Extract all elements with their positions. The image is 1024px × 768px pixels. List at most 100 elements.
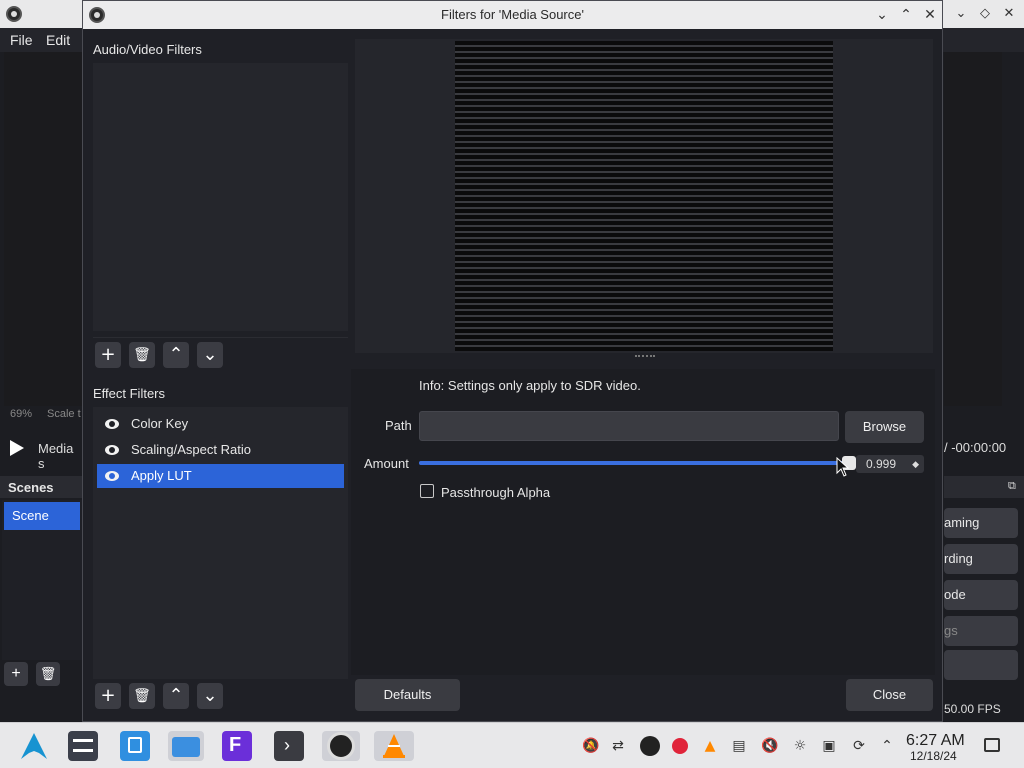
amount-slider-fill <box>419 461 849 465</box>
passthrough-alpha-checkbox[interactable] <box>420 484 434 498</box>
add-effect-filter-button[interactable]: + <box>95 683 121 709</box>
updates-icon[interactable]: ⟳ <box>851 738 867 754</box>
remove-scene-button[interactable]: 🗑 <box>36 662 60 686</box>
play-icon[interactable] <box>10 440 24 456</box>
media-controls: Media s <box>0 432 82 471</box>
storage-icon[interactable]: ▣ <box>821 738 837 754</box>
record-icon[interactable] <box>672 738 688 754</box>
vlc-tray-icon[interactable]: ▲ <box>702 738 718 754</box>
settings-label: gs <box>944 623 958 638</box>
show-desktop-icon[interactable] <box>984 738 1000 752</box>
clock-date[interactable]: 12/18/24 <box>910 749 957 763</box>
scenes-dock-header: Scenes <box>0 476 82 498</box>
menu-file[interactable]: File <box>10 32 33 48</box>
amount-spinbox[interactable]: 0.999 ◆ <box>856 455 924 473</box>
scene-item[interactable]: Scene <box>4 502 80 530</box>
effect-filter-color-key[interactable]: Color Key <box>97 412 344 436</box>
file-manager-icon[interactable] <box>168 731 204 761</box>
arch-linux-menu-icon[interactable] <box>20 732 48 760</box>
volume-muted-icon[interactable]: 🔇 <box>761 738 778 754</box>
start-streaming-button[interactable]: aming <box>944 508 1018 538</box>
settings-sliders-icon[interactable] <box>68 731 98 761</box>
close-icon[interactable]: ✕ <box>1000 5 1018 23</box>
add-av-filter-button[interactable]: + <box>95 342 121 368</box>
clipboard-icon[interactable]: ▤ <box>731 738 747 754</box>
dock-float-icon[interactable]: ⧉ <box>1008 480 1016 493</box>
studio-mode-button[interactable]: ode <box>944 580 1018 610</box>
effect-filters-label: Effect Filters <box>93 386 166 401</box>
amount-label: Amount <box>364 456 409 471</box>
av-filters-label: Audio/Video Filters <box>93 42 202 57</box>
move-av-filter-down-button[interactable]: ⌄ <box>197 342 223 368</box>
av-filters-list[interactable] <box>93 63 348 331</box>
obs-tray-icon[interactable] <box>640 736 660 756</box>
visibility-eye-icon[interactable] <box>105 418 119 430</box>
amount-value: 0.999 <box>866 457 897 471</box>
av-filters-toolbar: + 🗑 ⌃ ⌄ <box>93 337 348 373</box>
close-button[interactable]: Close <box>846 679 933 711</box>
network-share-icon[interactable]: ⇄ <box>610 738 626 754</box>
info-text: Info: Settings only apply to SDR video. <box>419 378 641 393</box>
exit-button[interactable] <box>944 650 1018 680</box>
dialog-minimize-icon[interactable]: ⌄ <box>873 6 891 24</box>
fl-app-icon[interactable]: F <box>222 731 252 761</box>
expand-tray-icon[interactable]: ⌃ <box>879 738 895 754</box>
effect-filter-scaling-aspect-ratio[interactable]: Scaling/Aspect Ratio <box>97 438 344 462</box>
obs-preview-left <box>4 52 82 406</box>
visibility-eye-icon[interactable] <box>105 470 119 482</box>
chevron-up-icon: ⌃ <box>168 344 184 365</box>
software-store-icon[interactable] <box>120 731 150 761</box>
dialog-title: Filters for 'Media Source' <box>441 7 584 22</box>
chevron-up-icon: ⌃ <box>168 685 184 706</box>
path-input[interactable] <box>419 411 839 441</box>
media-timecode: / -00:00:00 <box>944 440 1007 455</box>
remove-effect-filter-button[interactable]: 🗑 <box>129 683 155 709</box>
start-recording-button[interactable]: rding <box>944 544 1018 574</box>
move-effect-filter-down-button[interactable]: ⌄ <box>197 683 223 709</box>
browse-button[interactable]: Browse <box>845 411 924 443</box>
effect-filters-toolbar: + 🗑 ⌃ ⌄ <box>93 681 348 717</box>
plus-icon: + <box>100 344 116 365</box>
minimize-icon[interactable]: ⌄ <box>952 5 970 23</box>
add-scene-button[interactable]: + <box>4 662 28 686</box>
settings-button[interactable]: gs <box>944 616 1018 646</box>
maximize-icon[interactable]: ◇ <box>976 5 994 23</box>
scenes-toolbar: + 🗑 <box>2 662 82 688</box>
menu-edit[interactable]: Edit <box>46 32 70 48</box>
terminal-icon[interactable]: › <box>274 731 304 761</box>
filter-preview <box>355 39 933 353</box>
defaults-button[interactable]: Defaults <box>355 679 460 711</box>
notifications-muted-icon[interactable]: 🔕 <box>582 738 599 754</box>
visibility-eye-icon[interactable] <box>105 444 119 456</box>
fps-readout: 50.00 FPS <box>944 702 1001 716</box>
spin-arrows-icon[interactable]: ◆ <box>912 455 919 473</box>
scale-label: Scale t <box>47 408 81 420</box>
remove-av-filter-button[interactable]: 🗑 <box>129 342 155 368</box>
amount-slider[interactable] <box>419 456 856 470</box>
trash-icon: 🗑 <box>133 688 151 704</box>
taskbar: F › 🔕 ⇄ ▲ ▤ 🔇 ☼ ▣ ⟳ ⌃ 6:27 AM 12/18/24 <box>0 722 1024 768</box>
start-streaming-label: aming <box>944 515 980 530</box>
filter-label: Color Key <box>131 416 189 431</box>
trash-icon: 🗑 <box>133 347 151 363</box>
chevron-down-icon: ⌄ <box>202 685 218 706</box>
dialog-close-icon[interactable]: ✕ <box>921 6 939 24</box>
vlc-icon[interactable] <box>374 731 414 761</box>
move-effect-filter-up-button[interactable]: ⌃ <box>163 683 189 709</box>
plus-icon: + <box>100 685 116 706</box>
effect-filter-apply-lut[interactable]: Apply LUT <box>97 464 344 488</box>
move-av-filter-up-button[interactable]: ⌃ <box>163 342 189 368</box>
clock-time[interactable]: 6:27 AM <box>906 732 965 750</box>
splitter-handle[interactable] <box>635 355 655 359</box>
dialog-maximize-icon[interactable]: ⌃ <box>897 6 915 24</box>
filters-dialog: Filters for 'Media Source' ⌄ ⌃ ✕ Audio/V… <box>82 0 943 722</box>
start-recording-label: rding <box>944 551 973 566</box>
media-source-label: Media s <box>38 441 74 471</box>
effect-filters-list: Color Key Scaling/Aspect Ratio Apply LUT <box>93 407 348 679</box>
path-label: Path <box>385 418 412 433</box>
obs-studio-icon[interactable] <box>322 731 360 761</box>
obs-status-line: 69% Scale t <box>0 405 82 423</box>
passthrough-alpha-label[interactable]: Passthrough Alpha <box>441 485 550 500</box>
brightness-icon[interactable]: ☼ <box>792 738 808 754</box>
filter-properties: Info: Settings only apply to SDR video. … <box>351 369 935 675</box>
